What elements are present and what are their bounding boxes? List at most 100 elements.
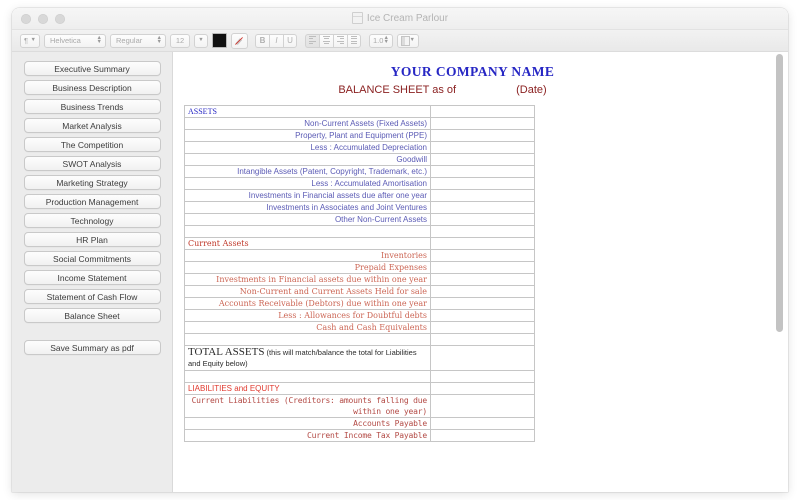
sidebar-item-swot-analysis[interactable]: SWOT Analysis [23, 156, 161, 171]
line-item-row: Cash and Cash Equivalents [184, 321, 535, 334]
row-label-cell[interactable]: Goodwill [184, 153, 431, 166]
text-color-swatch[interactable] [212, 33, 227, 48]
line-item-label: Prepaid Expenses [354, 263, 427, 272]
total-assets-label-cell[interactable]: TOTAL ASSETS (this will match/balance th… [184, 345, 431, 371]
row-label-cell[interactable]: Inventories [184, 249, 431, 262]
row-label-cell[interactable]: ASSETS [184, 105, 431, 118]
balance-sheet-table[interactable]: ASSETS Non-Current Assets (Fixed Assets) P… [184, 105, 535, 442]
sidebar-item-the-competition[interactable]: The Competition [23, 137, 161, 152]
list-style-icon[interactable]: ▼ [397, 33, 419, 48]
alignment-group [305, 33, 361, 48]
sidebar-item-hr-plan[interactable]: HR Plan [23, 232, 161, 247]
line-item-label: Investments in Associates and Joint Vent… [266, 203, 427, 212]
sidebar-item-business-trends[interactable]: Business Trends [23, 99, 161, 114]
row-label-cell[interactable]: Prepaid Expenses [184, 261, 431, 274]
highlighter-pen-icon[interactable] [231, 32, 248, 49]
row-value-cell[interactable] [430, 382, 535, 395]
row-value-cell[interactable] [430, 261, 535, 274]
row-value-cell[interactable] [430, 117, 535, 130]
spacer-cell[interactable] [430, 225, 535, 238]
row-value-cell[interactable] [430, 321, 535, 334]
sidebar-item-statement-of-cash-flow[interactable]: Statement of Cash Flow [23, 289, 161, 304]
row-label-cell[interactable]: LIABILITIES and EQUITY [184, 382, 431, 395]
row-value-cell[interactable] [430, 417, 535, 430]
sidebar-item-social-commitments[interactable]: Social Commitments [23, 251, 161, 266]
row-value-cell[interactable] [430, 201, 535, 214]
sidebar-item-business-description[interactable]: Business Description [23, 80, 161, 95]
row-label-cell[interactable]: Non-Current Assets (Fixed Assets) [184, 117, 431, 130]
paragraph-style-dropdown[interactable]: ¶ ▼ [20, 33, 40, 48]
row-value-cell[interactable] [430, 213, 535, 226]
line-item-label: Current Income Tax Payable [306, 431, 427, 440]
row-value-cell[interactable] [430, 429, 535, 442]
align-center-icon[interactable] [319, 33, 333, 48]
font-size-input[interactable]: 12 [170, 33, 190, 48]
sidebar-item-production-management[interactable]: Production Management [23, 194, 161, 209]
font-size-dropdown[interactable]: ▼ [194, 33, 208, 48]
row-value-cell[interactable] [430, 153, 535, 166]
italic-button[interactable]: I [269, 33, 283, 48]
line-item-row: Property, Plant and Equipment (PPE) [184, 129, 535, 142]
row-value-cell[interactable] [430, 249, 535, 262]
align-justify-icon[interactable] [347, 33, 361, 48]
chevron-down-icon: ▼ [30, 36, 36, 43]
row-value-cell[interactable] [430, 273, 535, 286]
row-label-cell[interactable]: Accounts Payable [184, 417, 431, 430]
row-label-cell[interactable]: Current Income Tax Payable [184, 429, 431, 442]
section-heading: ASSETS [188, 107, 217, 116]
align-right-icon[interactable] [333, 33, 347, 48]
text-style-group: B I U [255, 33, 297, 48]
spacer-cell[interactable] [184, 370, 431, 383]
row-label-cell[interactable]: Less : Accumulated Amortisation [184, 177, 431, 190]
underline-button[interactable]: U [283, 33, 297, 48]
row-label-cell[interactable]: Investments in Financial assets due with… [184, 273, 431, 286]
row-label-cell[interactable]: Property, Plant and Equipment (PPE) [184, 129, 431, 142]
document-editor-pane[interactable]: YOUR COMPANY NAME BALANCE SHEET as of (D… [172, 52, 788, 492]
sidebar-item-income-statement[interactable]: Income Statement [23, 270, 161, 285]
sidebar-item-marketing-strategy[interactable]: Marketing Strategy [23, 175, 161, 190]
spacer-cell[interactable] [184, 225, 431, 238]
row-label-cell[interactable]: Intangible Assets (Patent, Copyright, Tr… [184, 165, 431, 178]
font-style-dropdown[interactable]: Regular ▲ ▼ [110, 33, 166, 48]
row-value-cell[interactable] [430, 189, 535, 202]
row-label-cell[interactable]: Investments in Financial assets due afte… [184, 189, 431, 202]
row-label-cell[interactable]: Less : Accumulated Depreciation [184, 141, 431, 154]
sidebar-item-balance-sheet[interactable]: Balance Sheet [23, 308, 161, 323]
row-label-cell[interactable]: Investments in Associates and Joint Vent… [184, 201, 431, 214]
sidebar-item-executive-summary[interactable]: Executive Summary [23, 61, 161, 76]
sidebar-item-technology[interactable]: Technology [23, 213, 161, 228]
spacer-cell[interactable] [430, 370, 535, 383]
row-value-cell[interactable] [430, 394, 535, 418]
line-item-row: Current Liabilities (Creditors: amounts … [184, 394, 535, 418]
row-value-cell[interactable] [430, 297, 535, 310]
row-label-cell[interactable]: Cash and Cash Equivalents [184, 321, 431, 334]
row-label-cell[interactable]: Other Non-Current Assets [184, 213, 431, 226]
row-value-cell[interactable] [430, 309, 535, 322]
page-title: YOUR COMPANY NAME [390, 64, 555, 79]
row-label-cell[interactable]: Non-Current and Current Assets Held for … [184, 285, 431, 298]
row-value-cell[interactable] [430, 165, 535, 178]
row-label-cell[interactable]: Current Assets [184, 237, 431, 250]
spacer-cell[interactable] [430, 333, 535, 346]
spacer-cell[interactable] [184, 333, 431, 346]
row-label-cell[interactable]: Current Liabilities (Creditors: amounts … [184, 394, 431, 418]
row-value-cell[interactable] [430, 237, 535, 250]
row-value-cell[interactable] [430, 105, 535, 118]
row-value-cell[interactable] [430, 285, 535, 298]
row-label-cell[interactable]: Accounts Receivable (Debtors) due within… [184, 297, 431, 310]
row-value-cell[interactable] [430, 129, 535, 142]
align-left-icon[interactable] [305, 33, 319, 48]
font-family-dropdown[interactable]: Helvetica ▲ ▼ [44, 33, 106, 48]
date-placeholder: (Date) [516, 84, 547, 96]
save-summary-as-pdf-button[interactable]: Save Summary as pdf [23, 340, 161, 355]
line-spacing-dropdown[interactable]: 1.0 ▲ ▼ [369, 33, 393, 48]
row-label-cell[interactable]: Less : Allowances for Doubtful debts [184, 309, 431, 322]
total-assets-value-cell[interactable] [430, 345, 535, 371]
sidebar-item-market-analysis[interactable]: Market Analysis [23, 118, 161, 133]
row-value-cell[interactable] [430, 177, 535, 190]
vertical-scrollbar[interactable] [776, 54, 783, 490]
bold-button[interactable]: B [255, 33, 269, 48]
line-item-row: Accounts Receivable (Debtors) due within… [184, 297, 535, 310]
scrollbar-thumb[interactable] [776, 54, 783, 332]
row-value-cell[interactable] [430, 141, 535, 154]
